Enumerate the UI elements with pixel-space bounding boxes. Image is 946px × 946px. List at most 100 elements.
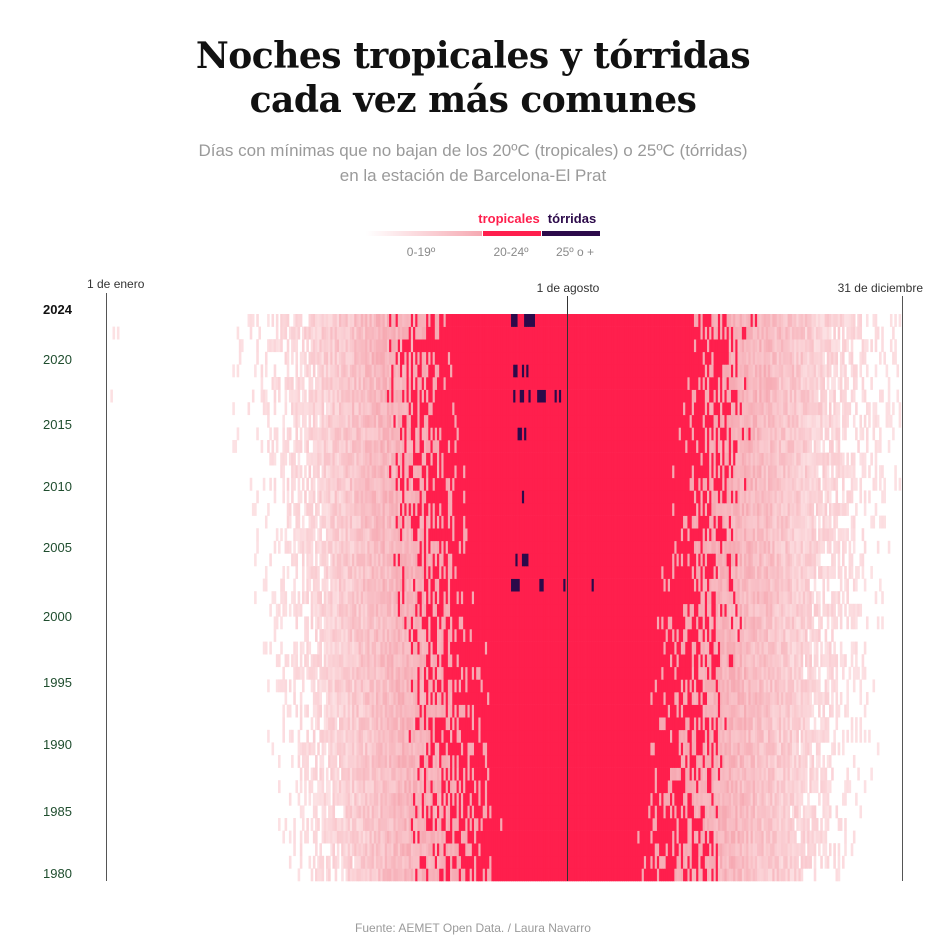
heatmap-cell [319,641,322,655]
heatmap-cell [831,767,834,781]
heatmap-cell [811,704,815,718]
heatmap-cell [299,830,303,844]
heatmap-cell [863,729,867,743]
legend-swatch-tropical [483,231,541,236]
heatmap-cell [820,855,823,869]
heatmap-cell [824,830,828,844]
heatmap-cell [815,818,819,831]
heatmap-cell [815,641,819,655]
heatmap-cell [844,792,847,806]
heatmap-cell [813,666,817,680]
heatmap-cell [787,805,791,819]
heatmap-svg: tropicales tórridas 0-19º 20-24º 25º o +… [43,211,923,882]
heatmap-cell [796,742,799,756]
heatmap-cell [310,818,314,831]
heatmap-cell [831,629,834,642]
heatmap-cell [831,692,834,705]
heatmap-cell [876,742,880,756]
legend-bin-0-19: 0-19º [407,245,436,259]
heatmap-cell [301,805,305,819]
heatmap-cell [868,729,871,743]
heatmap-cell [295,641,299,655]
heatmap-cell [323,742,327,756]
heatmap-cell [282,830,285,844]
heatmap-cell [306,704,309,718]
heatmap-cell [863,666,867,680]
heatmap-cell [306,818,309,831]
heatmap-cell [828,755,832,768]
heatmap-cell [284,818,288,831]
heatmap-cell [278,654,281,668]
heatmap-cell [306,654,309,668]
heatmap-cell [835,692,839,705]
heatmap-cell [319,843,322,857]
heatmap-cell [273,629,277,642]
heatmap-cell [807,792,810,806]
heatmap-cell [835,805,839,819]
heatmap-cell [334,868,338,882]
heatmap-cell [315,767,318,781]
legend-swatch-low [366,231,482,236]
heatmap-cell [863,780,867,794]
heatmap-cell [336,843,340,857]
heatmap-cell [837,855,841,869]
heatmap-cell [317,742,320,756]
heatmap-cell [308,855,312,869]
heatmap-cell [286,654,290,668]
legend-swatch-torrid [542,231,600,236]
heatmap-cell [809,641,812,655]
heatmap-cell [278,780,281,794]
heatmap-cell [332,843,336,857]
heatmap-cell [805,629,808,642]
heatmap-cell [332,805,336,819]
heatmap-cell [336,855,340,869]
heatmap-cell [299,767,303,781]
heatmap-cell [321,767,325,781]
heatmap-cell [310,616,314,630]
heatmap-cell [833,641,836,655]
heatmap-cell [813,855,817,869]
heatmap-cell [842,742,845,756]
heatmap-cell [855,654,858,668]
heatmap-cell [809,742,812,756]
heatmap-cell [852,830,856,844]
heatmap-cell [837,868,841,882]
heatmap-cell [818,742,821,756]
heatmap-cell [818,679,821,693]
heatmap-cell [315,629,318,642]
legend-bin-25-plus: 25º o + [556,245,594,259]
heatmap-cell [805,755,808,768]
heatmap-cell [336,767,340,781]
heatmap-cell [857,767,860,781]
heatmap-cell [288,704,292,718]
heatmap-cell [846,679,849,693]
heatmap-cell [319,704,322,718]
heatmap-cell [865,692,869,705]
heatmap-cell [846,767,849,781]
heatmap-cell [809,654,812,668]
heatmap-cell [811,755,815,768]
heatmap-cell [835,666,839,680]
heatmap-cell [299,654,303,668]
heatmap-cell [805,767,808,781]
heatmap-cell [861,654,865,668]
legend-bin-20-24: 20-24º [493,245,529,259]
heatmap-cell [282,704,285,718]
heatmap-cell [291,755,294,768]
heatmap-cell [796,855,799,869]
heatmap-cell [293,843,296,857]
heatmap-cell [863,704,867,718]
heatmap-cell [299,692,303,705]
heatmap-cell [349,855,353,869]
heatmap-cell [267,729,270,743]
heatmap-cell [312,855,316,869]
heatmap-cell [828,780,832,794]
heatmap-cell [859,805,863,819]
heatmap-cell [293,830,296,844]
heatmap-cell [319,692,322,705]
heatmap-cell [813,805,817,819]
heatmap-cell [282,717,285,731]
heatmap-cell [802,843,806,857]
heatmap-cell [291,729,294,743]
heatmap-cell [328,868,331,882]
